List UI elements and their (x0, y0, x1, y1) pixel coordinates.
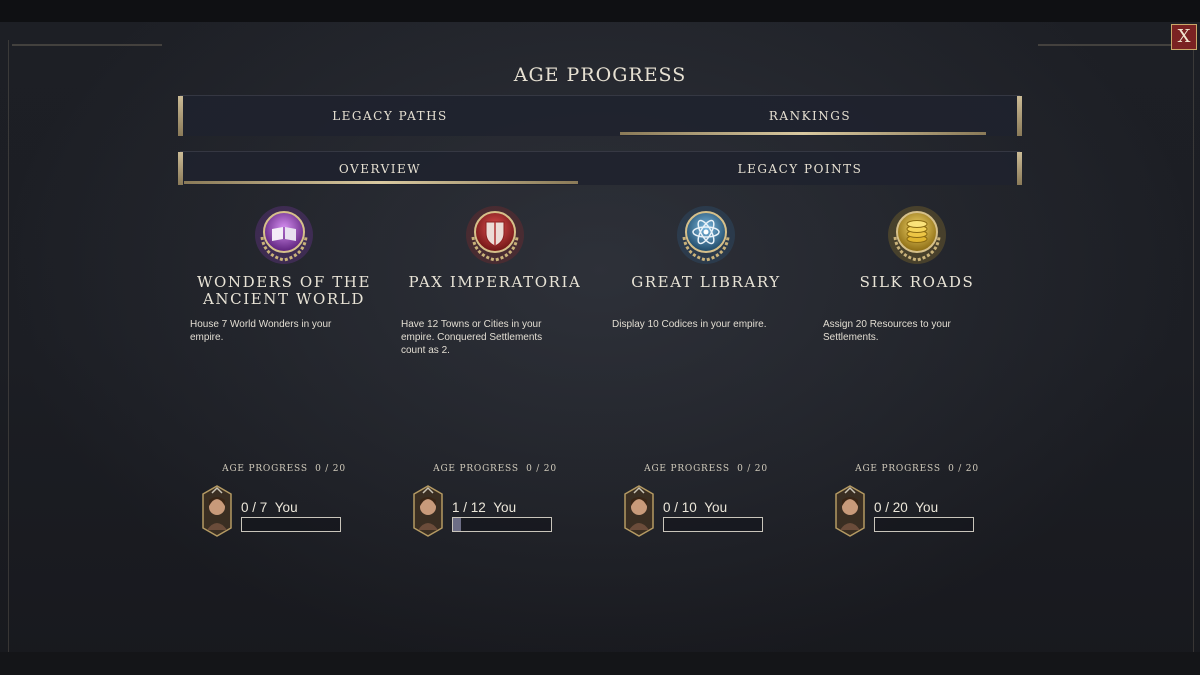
age-progress-value: 0 / 20 (737, 464, 768, 474)
player-name: You (704, 500, 728, 515)
score-value: 0 / 7 (241, 500, 268, 515)
active-tab-underline (184, 181, 578, 184)
book-icon[interactable] (254, 205, 314, 265)
frame-ornament-right (1038, 44, 1188, 46)
progress-bar (241, 517, 341, 532)
player-name: You (915, 500, 939, 515)
path-name: GREAT LIBRARY (631, 273, 781, 291)
top-letterbox (0, 0, 1200, 22)
tab-legacy-paths[interactable]: LEGACY PATHS (180, 96, 600, 136)
atom-icon[interactable] (676, 205, 736, 265)
score-value: 0 / 10 (663, 500, 697, 515)
tab-label: LEGACY PATHS (332, 109, 448, 123)
player-score: 1 / 12 You (452, 500, 516, 515)
age-progress-text: AGE PROGRESS (433, 464, 519, 474)
shield-icon[interactable] (465, 205, 525, 265)
frame-ornament-left (12, 44, 162, 46)
age-progress-label: AGE PROGRESS 0 / 20 (616, 464, 796, 474)
progress-bar (874, 517, 974, 532)
path-description: Assign 20 Resources to your Settlements. (823, 319, 951, 343)
tab-overview[interactable]: OVERVIEW (180, 152, 580, 185)
leader-portrait-icon (624, 485, 654, 537)
player-score: 0 / 20 You (874, 500, 938, 515)
path-description: Have 12 Towns or Cities in your empire. … (401, 319, 543, 356)
age-progress-text: AGE PROGRESS (222, 464, 308, 474)
age-progress-value: 0 / 20 (315, 464, 346, 474)
page-title: AGE PROGRESS (513, 64, 687, 86)
score-value: 1 / 12 (452, 500, 486, 515)
path-description: Display 10 Codices in your empire. (612, 319, 767, 330)
leader-portrait-icon (202, 485, 232, 537)
age-progress-label: AGE PROGRESS 0 / 20 (827, 464, 1007, 474)
player-score: 0 / 10 You (663, 500, 727, 515)
tab-rankings[interactable]: RANKINGS (600, 96, 1020, 136)
leader-portrait-icon (835, 485, 865, 537)
path-name: SILK ROADS (859, 273, 975, 291)
bottom-letterbox (0, 652, 1200, 675)
player-name: You (274, 500, 298, 515)
primary-tab-bar: LEGACY PATHS RANKINGS (178, 95, 1022, 136)
coins-icon[interactable] (887, 205, 947, 265)
progress-bar (452, 517, 552, 532)
player-name: You (493, 500, 517, 515)
path-name: WONDERS OF THE ANCIENT WORLD (196, 273, 372, 308)
tab-legacy-points[interactable]: LEGACY POINTS (600, 152, 1000, 185)
age-progress-text: AGE PROGRESS (644, 464, 730, 474)
tab-label: RANKINGS (768, 109, 852, 123)
score-value: 0 / 20 (874, 500, 908, 515)
age-progress-value: 0 / 20 (948, 464, 979, 474)
progress-bar (663, 517, 763, 532)
age-progress-label: AGE PROGRESS 0 / 20 (194, 464, 374, 474)
age-progress-value: 0 / 20 (526, 464, 557, 474)
path-description: House 7 World Wonders in your empire. (190, 319, 332, 343)
tab-bar-cap-right (1017, 152, 1022, 185)
path-name: PAX IMPERATORIA (408, 273, 582, 291)
tab-label: OVERVIEW (338, 161, 422, 176)
active-tab-underline (620, 132, 986, 135)
tab-label: LEGACY POINTS (737, 161, 863, 176)
secondary-tab-bar: OVERVIEW LEGACY POINTS (178, 151, 1022, 185)
age-progress-label: AGE PROGRESS 0 / 20 (405, 464, 585, 474)
close-button[interactable]: X (1171, 24, 1197, 50)
progress-fill (453, 518, 462, 531)
age-progress-text: AGE PROGRESS (855, 464, 941, 474)
player-score: 0 / 7 You (241, 500, 298, 515)
leader-portrait-icon (413, 485, 443, 537)
